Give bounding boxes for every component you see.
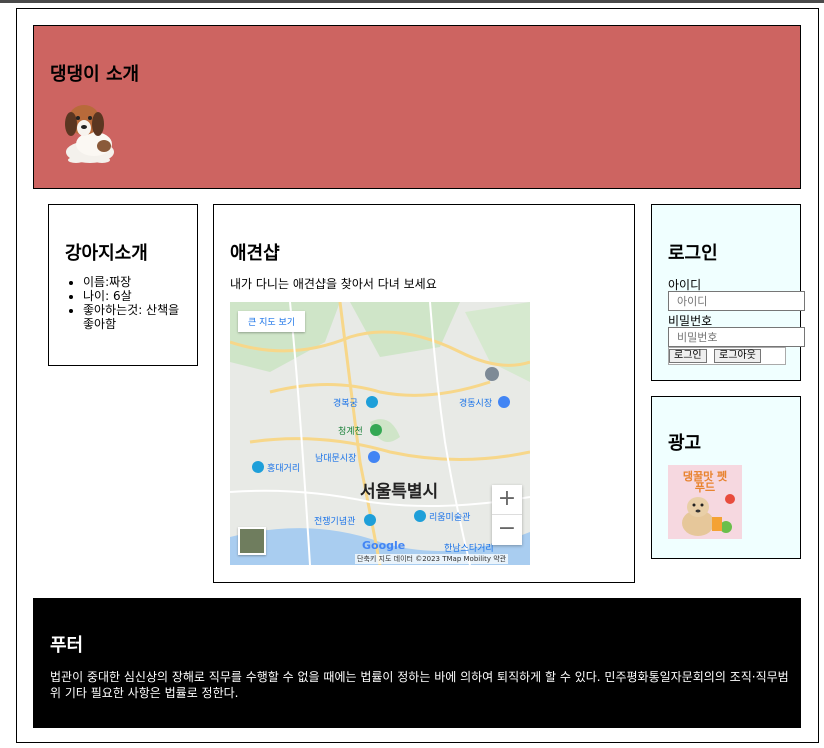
map-background: 경복궁 청계천 남대문시장 홍대거리 전쟁기념관 리움미술관 경동시장 한남스타… [230, 302, 530, 565]
ad-title: 광고 [668, 433, 702, 454]
zoom-out-button[interactable]: − [492, 515, 522, 545]
pet-shop-description: 내가 다니는 애견샵을 찾아서 다녀 보세요 [230, 277, 437, 291]
map-place-label: 전쟁기념관 [314, 516, 355, 527]
zoom-in-button[interactable]: + [492, 485, 522, 515]
dog-intro-section: 강아지소개 이름:짜장 나이: 6살 좋아하는것: 산책을 좋아함 [48, 204, 198, 366]
map-place-label: 한남스타거리 [444, 543, 494, 554]
puppy-image [65, 105, 114, 163]
footer: 푸터 법관이 중대한 심신상의 장해로 직무를 수행할 수 없을 때에는 법률이… [33, 598, 801, 728]
ad-banner-image[interactable]: 댕꿀맛 펫푸드 [668, 465, 742, 539]
ad-section: 광고 댕꿀맛 펫푸드 [651, 396, 801, 559]
map-place-label: 경복궁 [333, 397, 358, 409]
header: 댕댕이 소개 [33, 25, 801, 189]
list-item: 이름:짜장 [83, 275, 189, 289]
browser-top-bar [0, 0, 824, 3]
auth-button-row: 로그인 로그아웃 [668, 347, 786, 365]
login-title: 로그인 [668, 243, 718, 264]
map-place-label: 남대문시장 [315, 453, 356, 464]
map-city-label: 서울특별시 [360, 482, 439, 502]
footer-text: 법관이 중대한 심신상의 장해로 직무를 수행할 수 없을 때에는 법률이 정하… [50, 670, 789, 700]
embedded-map[interactable]: 경복궁 청계천 남대문시장 홍대거리 전쟁기념관 리움미술관 경동시장 한남스타… [230, 302, 530, 565]
satellite-toggle-button[interactable] [238, 527, 266, 555]
map-place-label: 리움미술관 [429, 512, 470, 523]
login-button[interactable]: 로그인 [669, 349, 707, 363]
dog-intro-title: 강아지소개 [65, 243, 148, 264]
map-place-label: 경동시장 [459, 397, 492, 409]
login-section: 로그인 아이디 비밀번호 로그인 로그아웃 [651, 204, 805, 381]
header-title: 댕댕이 소개 [50, 64, 140, 85]
view-larger-map-link[interactable]: 큰 지도 보기 [238, 311, 306, 332]
logout-button[interactable]: 로그아웃 [714, 349, 761, 363]
id-input[interactable] [668, 291, 805, 311]
pet-shop-title: 애견샵 [230, 243, 280, 264]
map-place-label: 청계천 [338, 425, 363, 437]
footer-title: 푸터 [50, 635, 84, 656]
google-logo: Google [362, 539, 406, 552]
dog-info-list: 이름:짜장 나이: 6살 좋아하는것: 산책을 좋아함 [65, 275, 189, 331]
map-attribution[interactable]: 단축키 지도 데이터 ©2023 TMap Mobility 약관 [355, 554, 509, 564]
list-item: 나이: 6살 [83, 289, 189, 303]
pet-shop-section: 애견샵 내가 다니는 애견샵을 찾아서 다녀 보세요 경복궁 청계천 남대문시장… [213, 204, 635, 583]
map-place-label: 홍대거리 [267, 462, 300, 474]
list-item: 좋아하는것: 산책을 좋아함 [83, 303, 189, 331]
map-zoom-control: + − [492, 485, 522, 545]
password-input[interactable] [668, 327, 805, 347]
ad-dog-image [682, 494, 735, 536]
